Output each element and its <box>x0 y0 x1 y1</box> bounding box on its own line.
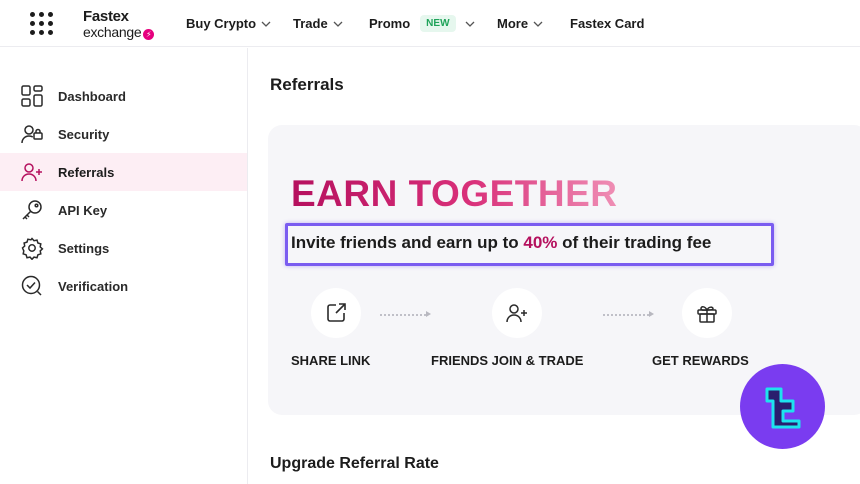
arrow-right-icon <box>649 311 654 317</box>
step-friends-join-circle <box>492 288 542 338</box>
sidebar-item-label: Verification <box>58 278 129 294</box>
sidebar: Dashboard Security Referrals API Key Set… <box>0 48 248 484</box>
step-connector <box>603 314 649 316</box>
sidebar-item-referrals[interactable]: Referrals <box>0 153 247 191</box>
subtitle-text-before: Invite friends and earn up to <box>291 233 524 252</box>
user-plus-icon <box>506 304 527 323</box>
page-title: Referrals <box>270 75 344 94</box>
upgrade-referral-rate-heading: Upgrade Referral Rate <box>270 455 439 472</box>
user-lock-icon <box>21 125 43 144</box>
sidebar-item-label: API Key <box>58 202 108 218</box>
nav-trade[interactable]: Trade <box>293 0 343 47</box>
nav-buy-crypto-label: Buy Crypto <box>186 16 257 31</box>
gear-icon <box>21 237 44 260</box>
nav-buy-crypto[interactable]: Buy Crypto <box>186 0 271 47</box>
sidebar-item-verification[interactable]: Verification <box>0 267 247 305</box>
nav-more[interactable]: More <box>497 0 543 47</box>
gift-icon <box>697 306 717 323</box>
watermark-logo <box>740 364 825 449</box>
top-navigation-bar: Fastex exchange ⚡ Buy Crypto Trade Promo … <box>0 0 860 47</box>
sidebar-item-api-key[interactable]: API Key <box>0 191 247 229</box>
step-share-link-circle <box>311 288 361 338</box>
nav-fastex-card-label: Fastex Card <box>570 16 645 31</box>
step-label-friends-join: FRIENDS JOIN & TRADE <box>431 353 584 368</box>
nav-fastex-card[interactable]: Fastex Card <box>570 0 644 47</box>
apps-grid-icon[interactable] <box>30 12 54 36</box>
hero-headline: EARN TOGETHER <box>291 173 618 214</box>
share-link-icon <box>327 303 346 322</box>
sidebar-item-label: Dashboard <box>58 88 126 104</box>
user-plus-icon <box>21 163 42 182</box>
sidebar-item-label: Referrals <box>58 164 115 180</box>
sidebar-item-dashboard[interactable]: Dashboard <box>0 77 247 115</box>
subtitle-text-after: of their trading fee <box>557 233 712 252</box>
new-badge: NEW <box>420 15 456 32</box>
step-get-rewards-circle <box>682 288 732 338</box>
bolt-icon: ⚡ <box>143 29 155 40</box>
fastex-logo[interactable]: Fastex exchange ⚡ <box>83 8 155 41</box>
nav-trade-label: Trade <box>293 16 328 31</box>
brand-mark-icon <box>765 387 800 428</box>
nav-promo[interactable]: Promo NEW <box>369 0 475 47</box>
chevron-down-icon <box>465 21 474 27</box>
nav-promo-label: Promo <box>369 16 411 31</box>
step-label-get-rewards: GET REWARDS <box>652 353 749 368</box>
chevron-down-icon <box>333 21 343 27</box>
nav-more-label: More <box>497 16 529 31</box>
chevron-down-icon <box>533 21 543 27</box>
logo-text-bottom: exchange <box>83 24 142 40</box>
hero-subtitle: Invite friends and earn up to 40% of the… <box>291 233 711 253</box>
verified-check-icon <box>21 275 42 296</box>
subtitle-percentage: 40% <box>523 233 558 252</box>
sidebar-item-security[interactable]: Security <box>0 115 247 153</box>
arrow-right-icon <box>426 311 431 317</box>
logo-text-top: Fastex <box>83 8 129 25</box>
chevron-down-icon <box>261 21 271 27</box>
sidebar-item-label: Settings <box>58 240 110 256</box>
sidebar-item-label: Security <box>58 126 110 142</box>
dashboard-icon <box>21 85 43 107</box>
step-label-share-link: SHARE LINK <box>291 353 371 368</box>
sidebar-item-settings[interactable]: Settings <box>0 229 247 267</box>
key-icon <box>22 200 42 220</box>
step-connector <box>380 314 426 316</box>
